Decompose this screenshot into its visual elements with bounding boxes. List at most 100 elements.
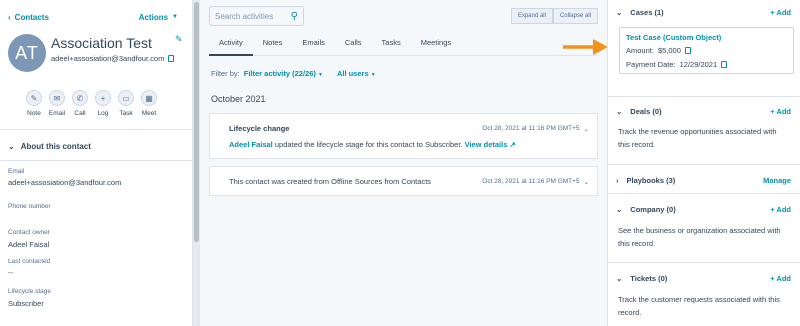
divider xyxy=(608,164,800,165)
tab-emails[interactable]: Emails xyxy=(292,34,335,56)
email-icon: ✉ xyxy=(49,90,65,106)
add-ticket-button[interactable]: + Add xyxy=(770,274,791,283)
expand-all-button[interactable]: Expand all xyxy=(510,8,553,24)
caret-down-icon: ▼ xyxy=(172,14,178,20)
card-title: Lifecycle change xyxy=(229,124,290,133)
tab-meetings[interactable]: Meetings xyxy=(411,34,461,56)
tickets-section-header: ⌄ Tickets (0) + Add xyxy=(616,272,791,284)
divider xyxy=(0,160,192,161)
chevron-right-icon: › xyxy=(616,175,619,185)
search-input[interactable]: Search activities ⚲ xyxy=(209,6,304,26)
call-icon: ✆ xyxy=(72,90,88,106)
playbooks-section-header: › Playbooks (3) Manage xyxy=(616,174,791,186)
divider xyxy=(608,96,800,97)
copy-icon[interactable] xyxy=(684,47,691,54)
contact-email: adeel+assosiation@3andfour.com xyxy=(51,54,175,63)
associations-sidebar: ⌄ Cases (1) + Add Test Case (Custom Objec… xyxy=(607,0,800,326)
deals-toggle[interactable]: ⌄ Deals (0) xyxy=(616,107,662,116)
chevron-down-icon: ⌄ xyxy=(616,7,623,17)
chevron-down-icon: ⌄ xyxy=(616,204,623,214)
orange-arrow-icon xyxy=(563,39,608,55)
caret-down-icon: ▼ xyxy=(370,72,376,78)
month-header: October 2021 xyxy=(211,94,266,104)
lifecycle-field-label: Lifecycle stage xyxy=(8,288,51,295)
card-body: Adeel Faisal updated the lifecycle stage… xyxy=(229,140,516,149)
call-action[interactable]: ✆ Call xyxy=(72,90,88,117)
company-description: See the business or organization associa… xyxy=(618,226,781,248)
card-timestamp: Oct 28, 2021 at 11:16 PM GMT+5 ⌄ xyxy=(482,178,589,186)
task-action[interactable]: ▭ Task xyxy=(118,90,134,117)
avatar: AT xyxy=(8,34,46,72)
activity-tabs: Activity Notes Emails Calls Tasks Meetin… xyxy=(209,34,598,56)
meet-action[interactable]: ▦ Meet xyxy=(141,90,157,117)
lifecycle-field[interactable]: Subscriber xyxy=(8,299,44,308)
back-to-contacts-link[interactable]: ‹ Contacts xyxy=(8,13,49,22)
case-payment-date: Payment Date: 12/29/2021 xyxy=(626,60,728,69)
note-icon: ✎ xyxy=(26,90,42,106)
company-toggle[interactable]: ⌄ Company (0) xyxy=(616,205,676,214)
filter-activity-dropdown[interactable]: Filter activity (22/26) ▼ xyxy=(244,69,323,78)
expand-collapse-group: Expand all Collapse all xyxy=(510,8,598,24)
case-card: Test Case (Custom Object) Amount: $5,000… xyxy=(619,27,794,74)
add-deal-button[interactable]: + Add xyxy=(770,107,791,116)
lifecycle-change-card[interactable]: Lifecycle change Oct 28, 2021 at 11:16 P… xyxy=(209,113,598,159)
case-amount: Amount: $5,000 xyxy=(626,46,691,55)
add-company-button[interactable]: + Add xyxy=(770,205,791,214)
scrollbar-thumb[interactable] xyxy=(194,2,199,242)
case-title-link[interactable]: Test Case (Custom Object) xyxy=(626,33,721,42)
tab-notes[interactable]: Notes xyxy=(253,34,293,56)
cases-toggle[interactable]: ⌄ Cases (1) xyxy=(616,8,664,17)
caret-down-icon: ▼ xyxy=(317,72,323,78)
contact-created-card[interactable]: This contact was created from Offline So… xyxy=(209,166,598,196)
tab-calls[interactable]: Calls xyxy=(335,34,372,56)
deals-section-header: ⌄ Deals (0) + Add xyxy=(616,105,791,117)
activity-timeline: Search activities ⚲ Expand all Collapse … xyxy=(200,0,607,326)
last-contacted-field: -- xyxy=(8,268,13,277)
tab-tasks[interactable]: Tasks xyxy=(372,34,411,56)
chevron-left-icon: ‹ xyxy=(8,12,11,22)
view-details-link[interactable]: View details ↗ xyxy=(465,140,516,149)
copy-icon[interactable] xyxy=(721,61,728,68)
card-text: This contact was created from Offline So… xyxy=(229,177,432,186)
tickets-toggle[interactable]: ⌄ Tickets (0) xyxy=(616,274,667,283)
chevron-down-icon: ⌄ xyxy=(616,106,623,116)
note-action[interactable]: ✎ Note xyxy=(26,90,42,117)
email-action[interactable]: ✉ Email xyxy=(49,90,65,117)
owner-field-label: Contact owner xyxy=(8,229,50,236)
divider xyxy=(0,129,192,130)
actions-dropdown[interactable]: Actions ▼ xyxy=(139,13,178,22)
filter-bar: Filter by: Filter activity (22/26) ▼ All… xyxy=(211,69,376,78)
log-action[interactable]: + Log xyxy=(95,90,111,117)
sidebar-scrollbar[interactable] xyxy=(193,0,200,326)
collapse-all-button[interactable]: Collapse all xyxy=(552,8,598,24)
divider xyxy=(608,262,800,263)
all-users-dropdown[interactable]: All users ▼ xyxy=(337,69,376,78)
quick-actions: ✎ Note ✉ Email ✆ Call + Log ▭ Task ▦ Mee… xyxy=(26,90,157,117)
edit-pencil-icon[interactable]: ✎ xyxy=(175,34,183,45)
log-icon: + xyxy=(95,90,111,106)
chevron-down-icon: ⌄ xyxy=(8,142,15,151)
playbooks-toggle[interactable]: › Playbooks (3) xyxy=(616,176,675,185)
cases-section-header: ⌄ Cases (1) + Add xyxy=(616,6,791,18)
tab-activity[interactable]: Activity xyxy=(209,34,253,56)
email-field[interactable]: adeel+assosiation@3andfour.com xyxy=(8,178,121,187)
contact-topbar: ‹ Contacts Actions ▼ xyxy=(8,11,178,23)
external-link-icon: ↗ xyxy=(509,140,516,149)
chevron-down-icon[interactable]: ⌄ xyxy=(584,178,589,186)
search-icon: ⚲ xyxy=(290,10,298,22)
actor-link[interactable]: Adeel Faisal xyxy=(229,140,273,149)
about-section-toggle[interactable]: ⌄ About this contact xyxy=(8,142,91,151)
deals-description: Track the revenue opportunities associat… xyxy=(618,127,777,149)
meet-icon: ▦ xyxy=(141,90,157,106)
card-timestamp: Oct 28, 2021 at 11:16 PM GMT+5 ⌄ xyxy=(482,125,589,133)
copy-icon[interactable] xyxy=(168,55,175,62)
manage-playbooks-button[interactable]: Manage xyxy=(763,176,791,185)
phone-field-label: Phone number xyxy=(8,203,51,210)
task-icon: ▭ xyxy=(118,90,134,106)
owner-field[interactable]: Adeel Faisal xyxy=(8,240,49,249)
contact-name: Association Test xyxy=(51,35,152,51)
add-case-button[interactable]: + Add xyxy=(770,8,791,17)
tickets-description: Track the customer requests associated w… xyxy=(618,295,780,317)
last-contacted-label: Last contacted xyxy=(8,258,51,265)
chevron-down-icon[interactable]: ⌄ xyxy=(584,125,589,133)
